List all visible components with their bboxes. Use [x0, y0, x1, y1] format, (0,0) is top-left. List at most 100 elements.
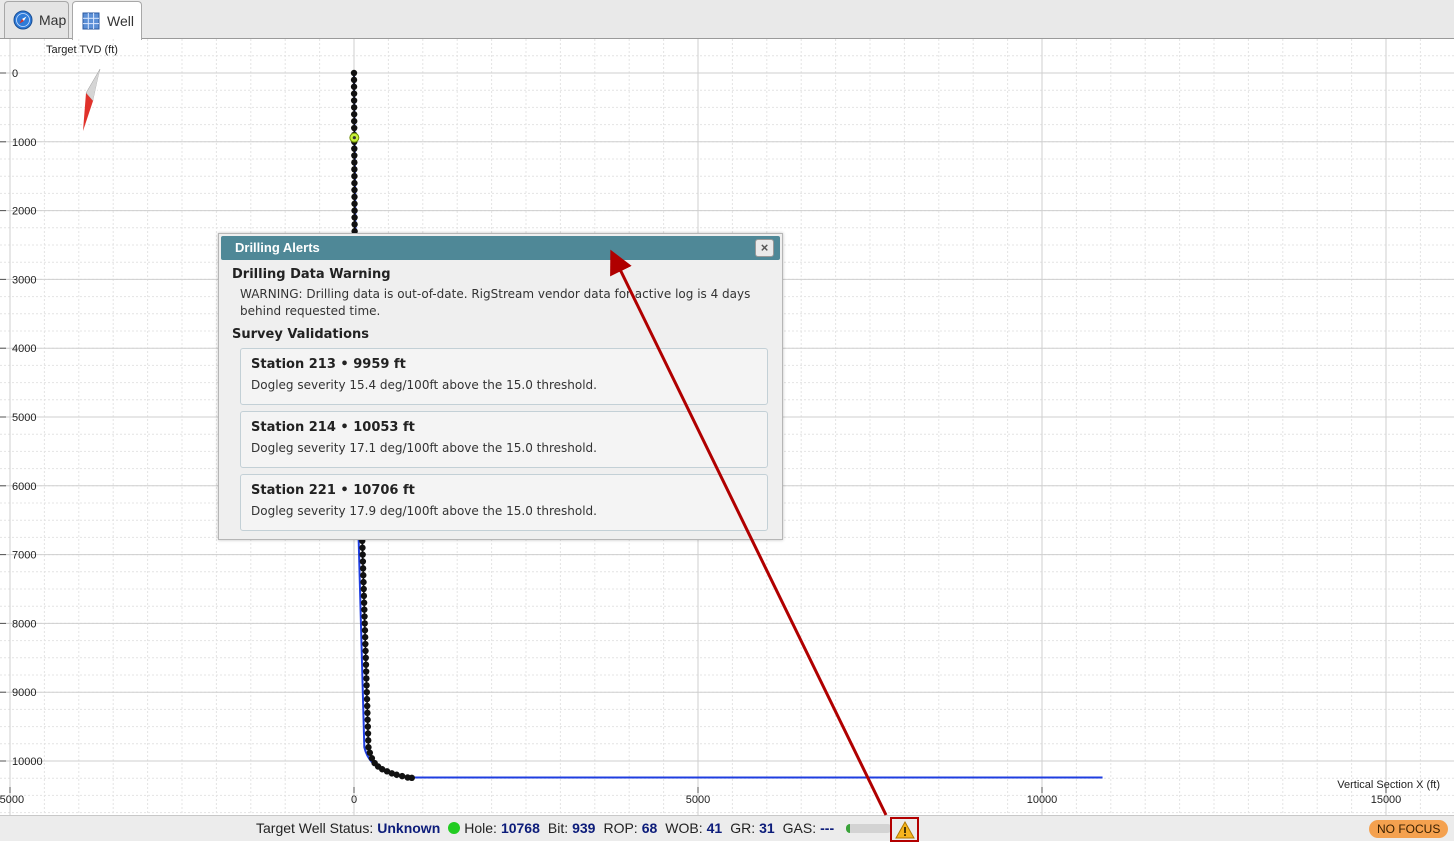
survey-point[interactable]	[361, 620, 368, 627]
y-axis-title: Target TVD (ft)	[46, 44, 118, 56]
survey-point[interactable]	[408, 774, 415, 782]
survey-point[interactable]	[360, 599, 368, 606]
rop-label: ROP:	[603, 820, 638, 836]
alerts-warning-button[interactable]	[890, 817, 919, 842]
survey-point[interactable]	[351, 124, 358, 132]
survey-point[interactable]	[365, 744, 372, 751]
survey-point[interactable]	[350, 111, 358, 118]
survey-point[interactable]	[362, 640, 369, 648]
tab-well[interactable]: Well	[72, 1, 142, 40]
survey-point[interactable]	[362, 647, 369, 655]
gas-level-bar	[846, 823, 893, 833]
survey-point[interactable]	[359, 551, 366, 558]
survey-point[interactable]	[365, 737, 372, 744]
target-well-status-value: Unknown	[377, 820, 441, 836]
survey-point[interactable]	[351, 159, 358, 166]
survey-point[interactable]	[364, 716, 371, 723]
survey-point[interactable]	[362, 654, 369, 661]
dialog-body: Drilling Data Warning WARNING: Drilling …	[232, 264, 768, 531]
y-tick-label: 1000	[12, 137, 36, 149]
survey-point[interactable]	[366, 749, 374, 756]
warning-text: WARNING: Drilling data is out-of-date. R…	[240, 287, 751, 318]
survey-point[interactable]	[398, 772, 406, 780]
survey-point[interactable]	[351, 200, 358, 207]
survey-point[interactable]	[360, 592, 368, 600]
survey-point[interactable]	[393, 771, 400, 778]
survey-point[interactable]	[364, 723, 372, 730]
no-focus-badge[interactable]: NO FOCUS	[1369, 820, 1449, 838]
survey-point[interactable]	[363, 675, 370, 682]
survey-point[interactable]	[351, 214, 358, 221]
y-tick-label: 2000	[12, 206, 36, 218]
survey-point[interactable]	[350, 90, 358, 97]
grid-icon	[81, 11, 101, 31]
survey-point[interactable]	[351, 207, 358, 214]
survey-point[interactable]	[351, 193, 358, 201]
survey-point[interactable]	[359, 565, 367, 572]
survey-point[interactable]	[362, 661, 370, 668]
survey-point[interactable]	[360, 578, 367, 586]
station-desc: Dogleg severity 15.4 deg/100ft above the…	[251, 378, 597, 392]
survey-point[interactable]	[361, 633, 369, 641]
survey-point[interactable]	[360, 585, 367, 593]
y-tick-label: 4000	[12, 343, 36, 355]
dialog-titlebar[interactable]: Drilling Alerts ×	[221, 236, 780, 260]
survey-point[interactable]	[363, 682, 370, 689]
survey-point[interactable]	[364, 709, 371, 717]
y-tick-label: 5000	[12, 412, 36, 424]
wob-label: WOB:	[665, 820, 703, 836]
compass-icon	[13, 10, 33, 30]
hole-value: 10768	[500, 820, 540, 836]
survey-point[interactable]	[361, 606, 368, 613]
survey-point[interactable]	[361, 627, 369, 634]
survey-point[interactable]	[359, 558, 367, 565]
survey-point[interactable]	[359, 544, 366, 551]
survey-point[interactable]	[361, 613, 368, 620]
survey-point[interactable]	[360, 572, 367, 579]
bit-value: 939	[572, 820, 596, 836]
close-button[interactable]: ×	[755, 239, 774, 257]
y-tick-label: 3000	[12, 274, 36, 286]
survey-point[interactable]	[350, 97, 358, 104]
survey-point[interactable]	[351, 221, 358, 228]
survey-point[interactable]	[363, 689, 370, 696]
warning-icon	[894, 820, 915, 838]
drilling-alerts-dialog: Drilling Alerts × Drilling Data Warning …	[218, 233, 783, 540]
survey-point[interactable]	[351, 145, 358, 152]
survey-point[interactable]	[364, 702, 371, 710]
y-tick-label: 10000	[12, 756, 43, 768]
survey-point[interactable]	[351, 166, 358, 173]
bit-label: Bit:	[547, 820, 569, 836]
gr-label: GR:	[730, 820, 756, 836]
target-well-status-label: Target Well Status:	[256, 820, 374, 836]
survey-point[interactable]	[351, 173, 358, 180]
survey-point[interactable]	[350, 76, 358, 84]
survey-point[interactable]	[362, 668, 370, 675]
survey-point[interactable]	[364, 730, 372, 737]
survey-point[interactable]	[351, 179, 358, 187]
tab-well-label: Well	[107, 13, 134, 29]
x-tick-label: 10000	[1027, 794, 1058, 806]
status-dot-icon	[448, 822, 461, 834]
survey-point[interactable]	[350, 104, 358, 111]
y-tick-label: 9000	[12, 687, 36, 699]
survey-point[interactable]	[351, 186, 358, 194]
station-title: Station 213 • 9959 ft	[251, 357, 406, 372]
wob-value: 41	[706, 820, 723, 836]
survey-section-title: Survey Validations	[232, 327, 370, 342]
survey-point[interactable]	[350, 117, 358, 125]
current-position-dot	[352, 136, 356, 140]
y-tick-label: 8000	[12, 618, 36, 630]
station-desc: Dogleg severity 17.9 deg/100ft above the…	[251, 504, 597, 518]
gas-label: GAS:	[782, 820, 817, 836]
station-card: Station 213 • 9959 ft Dogleg severity 15…	[240, 348, 768, 405]
status-readout: Target Well Status: Unknown Hole: 10768 …	[256, 820, 893, 836]
survey-point[interactable]	[350, 69, 358, 77]
survey-point[interactable]	[363, 695, 371, 703]
survey-point[interactable]	[351, 152, 358, 159]
gas-value: ---	[820, 820, 835, 836]
station-title: Station 221 • 10706 ft	[251, 483, 415, 498]
dialog-title: Drilling Alerts	[235, 240, 320, 255]
survey-point[interactable]	[350, 83, 358, 90]
tab-map[interactable]: Map	[4, 1, 69, 38]
